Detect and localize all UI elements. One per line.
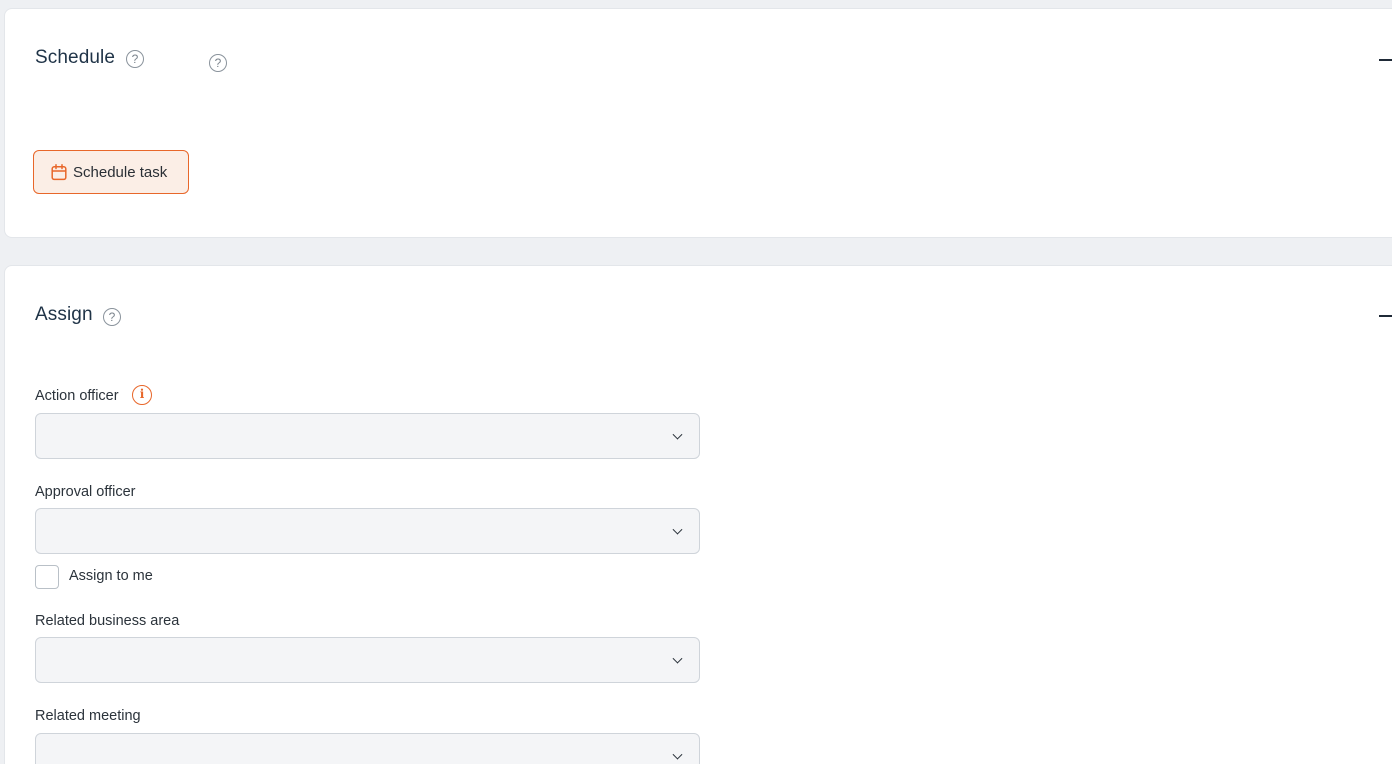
chevron-down-icon <box>672 524 683 535</box>
schedule-help-icon[interactable]: ? <box>126 50 144 68</box>
related-business-area-label: Related business area <box>35 613 180 629</box>
related-meeting-select[interactable] <box>35 733 700 764</box>
assign-collapse-icon[interactable] <box>1379 315 1392 317</box>
related-meeting-label: Related meeting <box>35 708 141 724</box>
action-officer-label: Action officer <box>35 388 119 404</box>
schedule-card: Schedule ? ? Schedule task <box>4 8 1392 238</box>
chevron-down-icon <box>672 429 683 440</box>
action-officer-select[interactable] <box>35 413 700 459</box>
assign-to-me-label[interactable]: Assign to me <box>69 568 153 584</box>
assign-to-me-checkbox[interactable] <box>35 565 59 589</box>
action-officer-info-icon[interactable]: i <box>132 385 152 405</box>
page: Schedule ? ? Schedule task Assign ? Acti… <box>0 0 1392 764</box>
assign-card: Assign ? Action officer i Approval offic… <box>4 265 1392 764</box>
chevron-down-icon <box>672 749 683 760</box>
schedule-task-button[interactable]: Schedule task <box>33 150 189 194</box>
calendar-icon <box>51 163 67 180</box>
schedule-task-label: Schedule task <box>73 163 168 181</box>
assign-help-icon[interactable]: ? <box>103 308 121 326</box>
schedule-collapse-icon[interactable] <box>1379 59 1392 61</box>
schedule-title: Schedule <box>35 47 116 68</box>
approval-officer-select[interactable] <box>35 508 700 554</box>
approval-officer-label: Approval officer <box>35 484 136 500</box>
related-business-area-select[interactable] <box>35 637 700 683</box>
chevron-down-icon <box>672 653 683 664</box>
assign-title: Assign <box>35 304 93 325</box>
schedule-secondary-help-icon[interactable]: ? <box>209 54 227 72</box>
